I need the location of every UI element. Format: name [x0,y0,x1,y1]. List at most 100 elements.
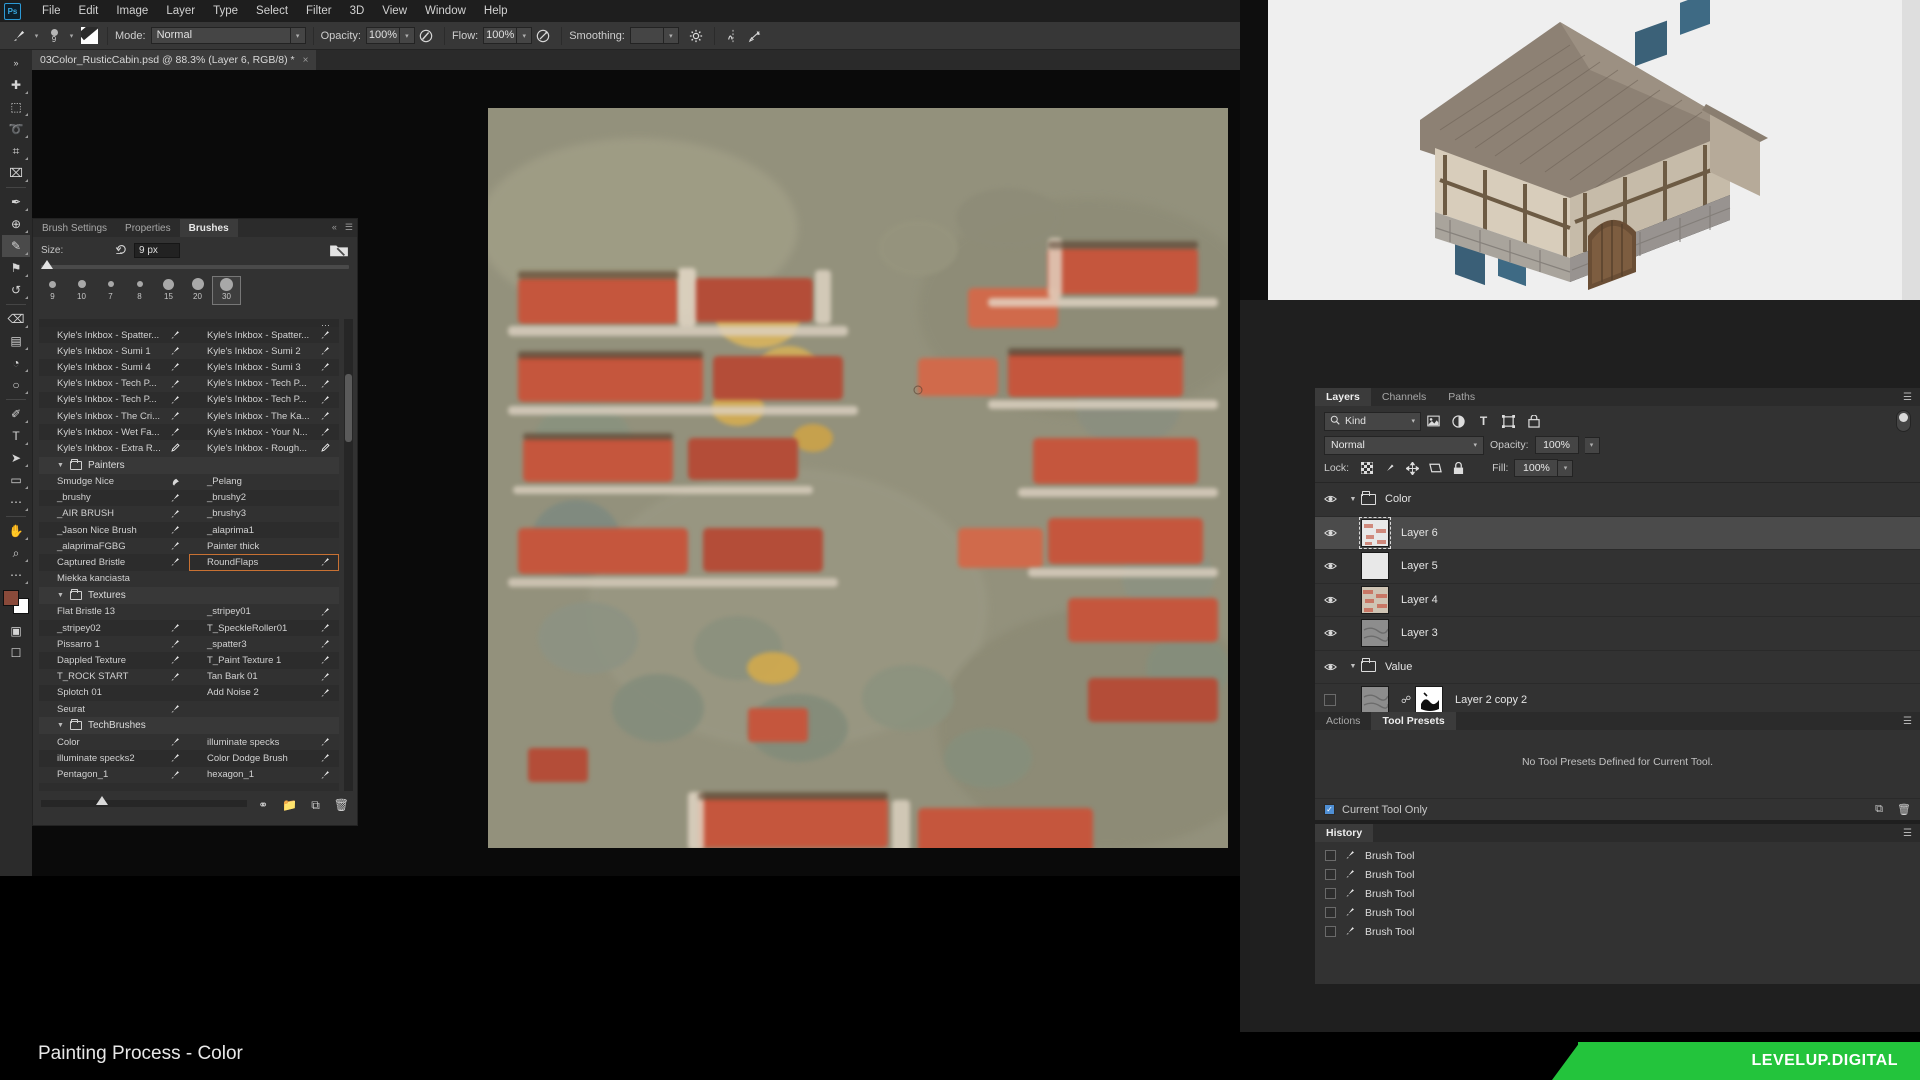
layer-row[interactable]: Layer 5 [1315,550,1920,584]
document-tab[interactable]: 03Color_RusticCabin.psd @ 88.3% (Layer 6… [32,50,317,70]
history-list[interactable]: Brush Tool Brush Tool Brush Tool Brush Tool… [1315,842,1920,941]
tab-brushes[interactable]: Brushes [179,219,238,237]
type-filter-icon[interactable]: T [1471,412,1496,431]
brush-list-hscroll[interactable] [41,796,247,807]
brush-item[interactable]: Kyle's Inkbox - Tech P... [189,376,339,392]
type-tool-icon[interactable]: T [2,425,30,447]
layer-thumbnail[interactable] [1361,686,1389,715]
spot-healing-tool-icon[interactable]: ⊕ [2,213,30,235]
history-snapshot-box[interactable] [1325,850,1336,861]
zoom-tool-icon[interactable]: ⌕ [2,542,30,564]
duplicate-brush-icon[interactable]: ⧉ [311,798,320,813]
brush-item[interactable]: _brushy3 [189,506,339,522]
brush-item[interactable]: Kyle's Inkbox - Spatter... [39,327,189,343]
opacity-caret[interactable]: ▾ [399,27,415,44]
brush-tool-icon[interactable] [8,26,30,46]
brush-item[interactable]: _AIR BRUSH [39,506,189,522]
blend-mode-caret[interactable]: ▾ [290,27,306,44]
brush-list-row[interactable]: illuminate specks2 Color Dodge Brush [39,750,339,767]
chevron-down-icon[interactable]: ▼ [57,462,64,469]
brush-list-row[interactable]: Pentagon_1 hexagon_1 [39,766,339,783]
brush-item[interactable]: Kyle's Inkbox - Your N... [189,424,339,440]
brush-item[interactable]: Kyle's Inkbox - Extra R... [39,440,189,456]
lock-all-icon[interactable] [1447,459,1470,477]
brush-list-row[interactable]: _stripey02 T_SpeckleRoller01 [39,620,339,637]
brush-preset-30[interactable]: 30 [212,276,241,305]
brush-list-row[interactable]: _alaprimaFGBG Painter thick [39,538,339,555]
layer-thumbnail[interactable] [1361,619,1389,648]
slider-thumb[interactable] [41,260,53,269]
opacity-value[interactable]: 100% [365,27,400,44]
marquee-tool-icon[interactable]: ⬚ [2,96,30,118]
brush-item[interactable]: _Pelang [189,474,339,490]
more-tools-icon[interactable]: ⋯ [2,491,30,513]
smoothing-value[interactable] [629,27,664,44]
menu-item-filter[interactable]: Filter [297,0,341,22]
symmetry-icon[interactable] [722,26,744,46]
brush-item[interactable]: Seurat [39,701,189,717]
history-snapshot-box[interactable] [1325,869,1336,880]
brush-list-row[interactable]: _Jason Nice Brush _alaprima1 [39,522,339,539]
brush-list-row[interactable]: Kyle's Inkbox - Sumi 4 Kyle's Inkbox - Su… [39,359,339,376]
layer-name[interactable]: Value [1385,661,1412,673]
brush-item[interactable]: RoundFlaps [189,554,339,571]
brush-item[interactable]: _stripey02 [39,620,189,636]
brush-list-row[interactable]: Flat Bristle 13 _stripey01 [39,603,339,620]
history-brush-tool-icon[interactable]: ↺ [2,279,30,301]
brush-item[interactable]: Color Dodge Brush [189,750,339,766]
history-entry[interactable]: Brush Tool [1315,884,1920,903]
brush-item[interactable]: Kyle's Inkbox - Tech P... [39,392,189,408]
lock-artboard-icon[interactable] [1424,459,1447,477]
layer-visibility-icon[interactable] [1315,561,1345,571]
brush-item[interactable]: hexagon_1 [189,767,339,783]
brush-settings-caret[interactable]: ▾ [65,28,78,44]
brush-item[interactable]: _spatter3 [189,636,339,652]
history-entry[interactable]: Brush Tool [1315,846,1920,865]
brush-item[interactable]: Miekka kanciasta [39,571,189,587]
brush-item[interactable]: Kyle's Inkbox - Rough... [189,440,339,456]
brush-list-row[interactable]: Kyle's Inkbox - Sumi 1 Kyle's Inkbox - Su… [39,343,339,360]
brush-item[interactable]: _alaprima1 [189,522,339,538]
brush-list-row[interactable]: Captured Bristle RoundFlaps [39,554,339,571]
hand-tool-icon[interactable]: ✋ [2,520,30,542]
new-brush-preset-icon[interactable]: ⚭ [258,798,268,813]
path-selection-tool-icon[interactable]: ➤ [2,447,30,469]
tab-history[interactable]: History [1315,824,1374,842]
brush-item[interactable]: Flat Bristle 13 [39,604,189,620]
tab-actions[interactable]: Actions [1315,712,1371,730]
gradient-tool-icon[interactable]: ▤ [2,330,30,352]
brush-preset-20[interactable]: 20 [184,277,211,304]
brush-preset-9[interactable]: 9 [39,277,66,304]
brush-list-row[interactable]: T_ROCK START Tan Bark 01 [39,668,339,685]
lock-image-pixels-icon[interactable] [1378,459,1401,477]
close-icon[interactable]: × [303,55,309,66]
layer-filter-toggle[interactable] [1896,410,1911,432]
shape-filter-icon[interactable] [1496,412,1521,431]
smoothing-caret[interactable]: ▾ [663,27,679,44]
brush-list-row[interactable]: Kyle's Inkbox - Wet Fa... Kyle's Inkbox -… [39,424,339,441]
collapse-panel-icon[interactable]: « [332,222,337,233]
layers-panel-menu-icon[interactable]: ☰ [1903,392,1912,403]
layer-list[interactable]: ▼ Color Layer 6 Layer 5 Layer 4 Layer 3 ▼ Value… [1315,482,1920,718]
delete-brush-icon[interactable]: 🗑 [334,798,349,813]
menu-item-window[interactable]: Window [416,0,475,22]
menu-item-select[interactable]: Select [247,0,297,22]
menu-item-help[interactable]: Help [475,0,517,22]
toolbar-collapse-icon[interactable]: » [2,52,30,74]
brush-item[interactable]: _brushy2 [189,490,339,506]
brush-item[interactable]: Tan Bark 01 [189,669,339,685]
eyedropper-tool-icon[interactable]: ✒ [2,191,30,213]
brush-list-row[interactable]: Dappled Texture T_Paint Texture 1 [39,652,339,669]
tablet-pressure-icon[interactable] [744,26,766,46]
flow-caret[interactable]: ▾ [517,27,533,44]
layer-visibility-icon[interactable] [1315,662,1345,672]
layer-blend-mode-select[interactable]: Normal ▾ [1324,435,1484,455]
layer-visibility-icon[interactable] [1315,595,1345,605]
history-panel-menu-icon[interactable]: ☰ [1903,828,1912,839]
brush-list-row[interactable]: Color illuminate specks [39,734,339,751]
menu-item-3d[interactable]: 3D [341,0,374,22]
brush-item[interactable]: Kyle's Inkbox - Wet Fa... [39,424,189,440]
panel-menu-icon[interactable]: ☰ [345,222,353,233]
brush-item[interactable]: Painter thick [189,538,339,554]
layer-opacity-value[interactable]: 100% [1534,436,1579,454]
